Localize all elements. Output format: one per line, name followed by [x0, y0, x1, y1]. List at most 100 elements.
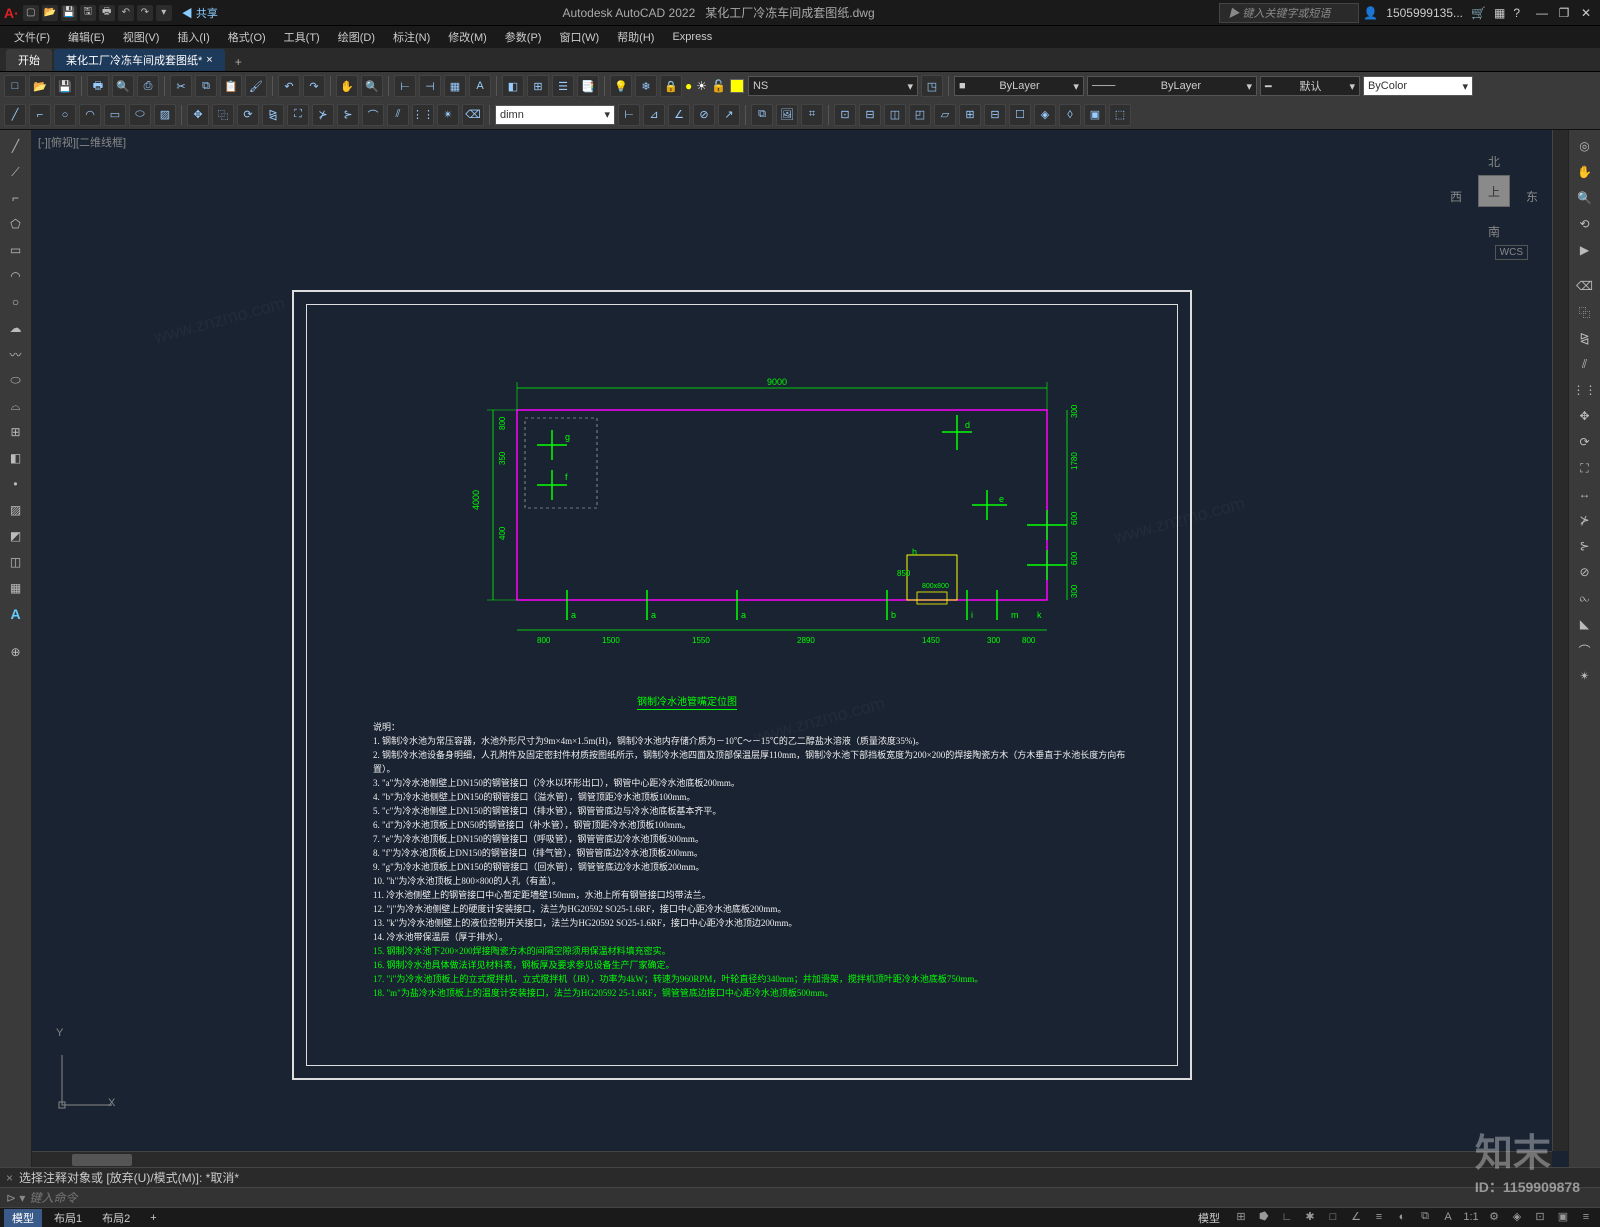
misc1-icon[interactable]: ⊞ [959, 104, 981, 126]
tab-start[interactable]: 开始 [6, 49, 52, 71]
clean-icon[interactable]: ▣ [1553, 1209, 1573, 1225]
r-array-icon[interactable]: ⋮⋮ [1573, 378, 1597, 402]
polar-icon[interactable]: ✱ [1300, 1209, 1320, 1225]
transparency-icon[interactable]: ◐ [1392, 1209, 1412, 1225]
trim-icon[interactable]: ⊁ [312, 104, 334, 126]
help-search-input[interactable]: ▶ 键入关键字或短语 [1219, 3, 1359, 23]
menu-item[interactable]: 编辑(E) [60, 27, 113, 47]
dimang-icon[interactable]: ∠ [668, 104, 690, 126]
r-scale-icon[interactable]: ⛶ [1573, 456, 1597, 480]
undo2-icon[interactable]: ↶ [278, 75, 300, 97]
r-copy-icon[interactable]: ⿻ [1573, 300, 1597, 324]
apps-icon[interactable]: ▦ [1494, 6, 1505, 20]
erase-icon[interactable]: ⌫ [462, 104, 484, 126]
circle-icon[interactable]: ○ [54, 104, 76, 126]
layer-off-icon[interactable]: 💡 [610, 75, 632, 97]
menu-item[interactable]: 标注(N) [385, 27, 438, 47]
cart-icon[interactable]: 🛒 [1471, 6, 1486, 20]
dimrad-icon[interactable]: ⊘ [693, 104, 715, 126]
ucs-icon[interactable]: Y X [52, 1033, 122, 1127]
insert2-icon[interactable]: ⊞ [4, 420, 28, 444]
misc7-icon[interactable]: ⬚ [1109, 104, 1131, 126]
point-icon[interactable]: • [4, 472, 28, 496]
compass-south[interactable]: 南 [1488, 223, 1500, 240]
menu-item[interactable]: 绘图(D) [330, 27, 383, 47]
rect-icon[interactable]: ▭ [104, 104, 126, 126]
layout1-tab[interactable]: 布局1 [46, 1209, 90, 1227]
qat-more-icon[interactable]: ▾ [156, 5, 172, 21]
open-icon[interactable]: 📂 [29, 75, 51, 97]
viewcube-top[interactable]: 上 [1478, 175, 1510, 207]
rotate-icon[interactable]: ⟳ [237, 104, 259, 126]
mtext2-icon[interactable]: A [4, 602, 28, 626]
menu-item[interactable]: 帮助(H) [609, 27, 662, 47]
share-link[interactable]: ◀ 共享 [182, 5, 218, 21]
table2-icon[interactable]: ▦ [4, 576, 28, 600]
move-icon[interactable]: ✥ [187, 104, 209, 126]
xref-icon[interactable]: ⧉ [751, 104, 773, 126]
leader-icon[interactable]: ↗ [718, 104, 740, 126]
ellarcicon[interactable]: ⌓ [4, 394, 28, 418]
osnap-icon[interactable]: □ [1323, 1209, 1343, 1225]
prop-icon[interactable]: ☰ [552, 75, 574, 97]
image-icon[interactable]: 🖼 [776, 104, 798, 126]
qat-new-icon[interactable]: ▢ [23, 5, 39, 21]
r-break-icon[interactable]: ⊘ [1573, 560, 1597, 584]
r-move-icon[interactable]: ✥ [1573, 404, 1597, 428]
block-icon[interactable]: ◧ [502, 75, 524, 97]
addsel-icon[interactable]: ⊕ [4, 640, 28, 664]
ellipse2-icon[interactable]: ⬭ [4, 368, 28, 392]
nav-zoom-icon[interactable]: 🔍 [1573, 186, 1597, 210]
layout-add-button[interactable]: + [142, 1211, 164, 1225]
ungroup-icon[interactable]: ⊟ [859, 104, 881, 126]
menu-item[interactable]: 文件(F) [6, 27, 58, 47]
dimstyle-dropdown[interactable]: dimn▾ [495, 105, 615, 125]
r-offset-icon[interactable]: ⫽ [1573, 352, 1597, 376]
layout2-tab[interactable]: 布局2 [94, 1209, 138, 1227]
help-icon[interactable]: ? [1513, 6, 1520, 20]
save-icon[interactable]: 💾 [54, 75, 76, 97]
hw-icon[interactable]: ⊡ [1530, 1209, 1550, 1225]
tab-close-icon[interactable]: × [206, 54, 212, 66]
tab-add-button[interactable]: + [227, 53, 250, 71]
match-icon[interactable]: 🖌 [245, 75, 267, 97]
nav-wheel-icon[interactable]: ◎ [1573, 134, 1597, 158]
misc6-icon[interactable]: ▣ [1084, 104, 1106, 126]
zoom-icon[interactable]: 🔍 [361, 75, 383, 97]
menu-item[interactable]: 视图(V) [115, 27, 168, 47]
anno-icon[interactable]: A [1438, 1209, 1458, 1225]
wcs-label[interactable]: WCS [1495, 245, 1528, 260]
qat-plot-icon[interactable]: 🖶 [99, 5, 115, 21]
qat-open-icon[interactable]: 📂 [42, 5, 58, 21]
xline-icon[interactable]: ⟋ [4, 160, 28, 184]
pline-icon[interactable]: ⌐ [29, 104, 51, 126]
menu-item[interactable]: 格式(O) [220, 27, 274, 47]
field-icon[interactable]: ⌗ [801, 104, 823, 126]
r-explode-icon[interactable]: ✴ [1573, 664, 1597, 688]
dimali-icon[interactable]: ⊿ [643, 104, 665, 126]
pline2-icon[interactable]: ⌐ [4, 186, 28, 210]
misc3-icon[interactable]: ☐ [1009, 104, 1031, 126]
fillet-icon[interactable]: ⌒ [362, 104, 384, 126]
ellipse-icon[interactable]: ⬭ [129, 104, 151, 126]
circle2-icon[interactable]: ○ [4, 290, 28, 314]
layer-tools-icon[interactable]: ◳ [921, 75, 943, 97]
print-icon[interactable]: 🖶 [87, 75, 109, 97]
hatch-icon[interactable]: ▨ [4, 498, 28, 522]
menu-item[interactable]: 参数(P) [497, 27, 550, 47]
offset-icon[interactable]: ⫽ [387, 104, 409, 126]
misc4-icon[interactable]: ◈ [1034, 104, 1056, 126]
horizontal-scrollbar[interactable] [32, 1151, 1552, 1167]
scale-icon[interactable]: ⛶ [287, 104, 309, 126]
tab-document[interactable]: 某化工厂冷冻车间成套图纸* × [54, 49, 225, 71]
explode-icon[interactable]: ✴ [437, 104, 459, 126]
boundary-icon[interactable]: ◰ [909, 104, 931, 126]
mirror-icon[interactable]: ⧎ [262, 104, 284, 126]
r-mirror-icon[interactable]: ⧎ [1573, 326, 1597, 350]
insert-icon[interactable]: ⊞ [527, 75, 549, 97]
r-extend-icon[interactable]: ⊱ [1573, 534, 1597, 558]
plotstyle-dropdown[interactable]: ByColor▾ [1363, 76, 1473, 96]
lineweight-dropdown[interactable]: ━默认▾ [1260, 76, 1360, 96]
hatch-tool-icon[interactable]: ▨ [154, 104, 176, 126]
preview-icon[interactable]: 🔍 [112, 75, 134, 97]
